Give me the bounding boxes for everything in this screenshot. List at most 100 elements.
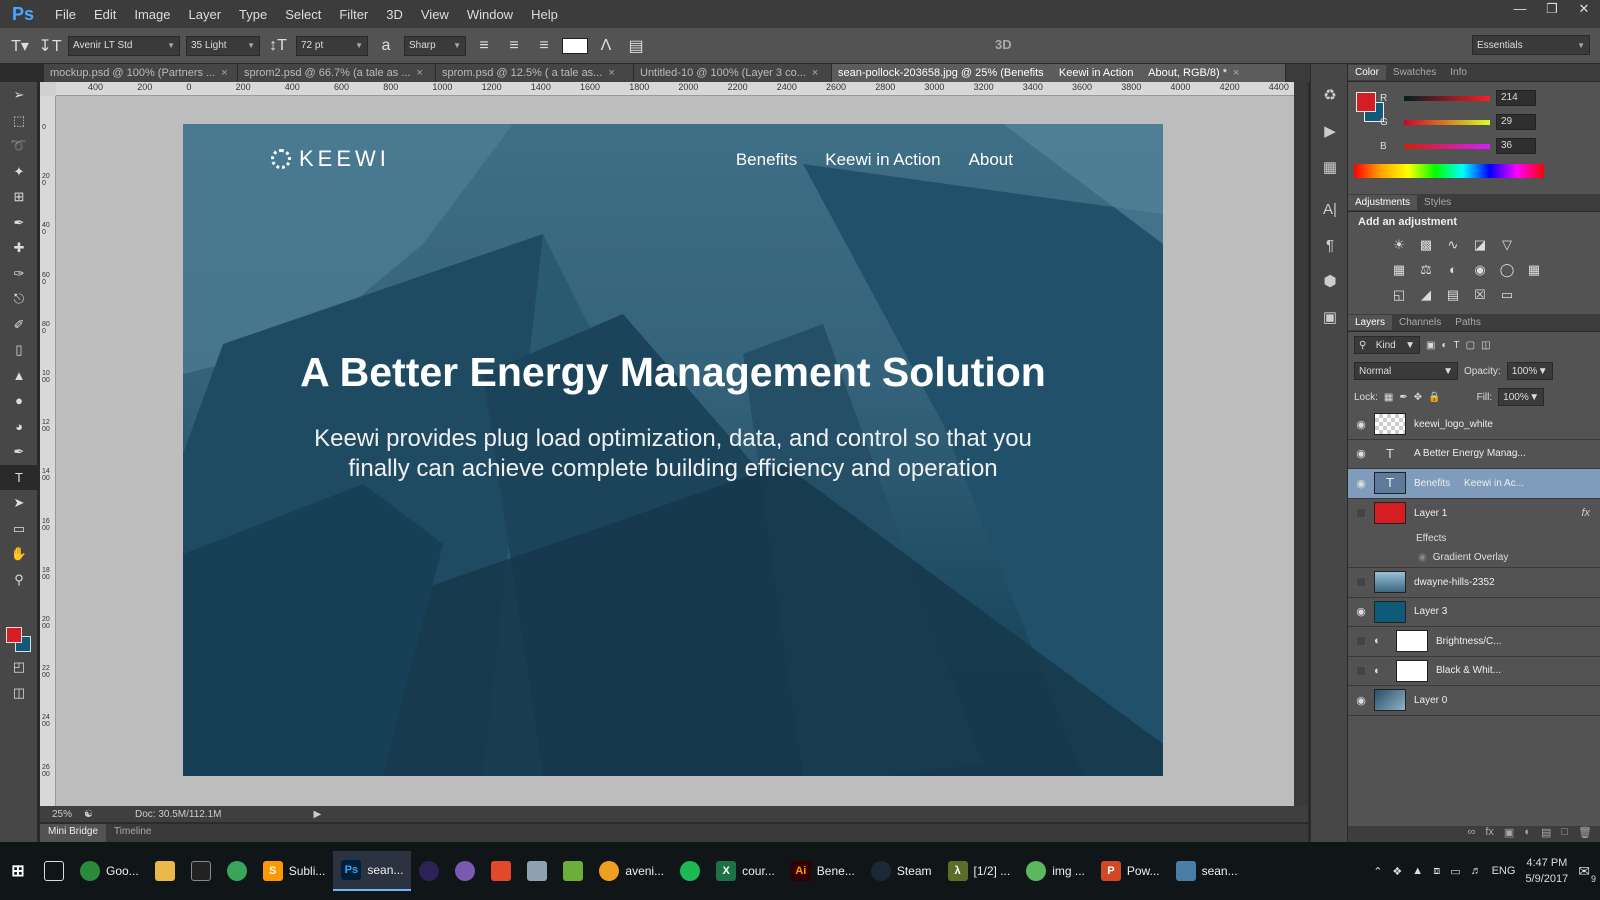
color-picker-swatches[interactable] [6,627,34,655]
taskbar-app3[interactable] [519,851,555,891]
artboard-image[interactable]: KEEWI Benefits Keewi in Action About A B… [183,124,1163,776]
r-value[interactable]: 214 [1496,90,1536,106]
taskbar-image-viewer[interactable]: sean... [1168,851,1246,891]
effect-item[interactable]: ◉ Gradient Overlay [1348,548,1600,568]
tab-adjustments[interactable]: Adjustments [1348,195,1418,210]
close-icon[interactable]: × [221,67,227,79]
taskbar-spotify[interactable] [672,851,708,891]
nav-benefits[interactable]: Benefits [736,150,797,170]
nav-keewi-in-action[interactable]: Keewi in Action [825,150,940,170]
layer-style-icon[interactable]: fx [1485,826,1494,842]
vertical-scrollbar[interactable] [1294,82,1308,806]
3d-label[interactable]: 3D [995,37,1012,52]
fx-badge[interactable]: fx [1581,507,1590,519]
tab-mockup[interactable]: mockup.psd @ 100% (Partners ... × [44,64,238,82]
brightness-icon[interactable]: ☀ [1388,234,1410,256]
add-mask-icon[interactable]: ▣ [1504,826,1514,842]
status-icon[interactable]: ☯ [84,809,93,820]
eyedropper-icon[interactable]: ✒ [0,210,38,236]
lock-transparent-icon[interactable]: ▦ [1384,392,1393,403]
taskbar-eclipse2[interactable] [447,851,483,891]
eye-icon[interactable]: ◉ [1348,694,1374,707]
menu-window[interactable]: Window [458,7,522,22]
marquee-tool-icon[interactable]: ⬚ [0,108,38,134]
zoom-level[interactable]: 25% [52,809,72,820]
r-slider[interactable] [1404,95,1490,101]
filter-adjustment-icon[interactable]: ◐ [1441,340,1447,351]
taskbar-photoshop[interactable]: Ps sean... [333,851,412,891]
screen-mode-icon[interactable]: ◫ [0,680,38,706]
panel-fg-color[interactable] [1356,92,1376,112]
rectangle-tool-icon[interactable]: ▭ [0,516,38,542]
layer-row[interactable]: Layer 1 fx [1348,499,1600,529]
volume-icon[interactable]: ♬ [1471,865,1482,877]
actions-icon[interactable]: ▶ [1311,114,1349,150]
crop-tool-icon[interactable]: ⊞ [0,184,38,210]
properties-icon[interactable]: ▦ [1311,150,1349,186]
menu-help[interactable]: Help [522,7,567,22]
posterize-icon[interactable]: ◢ [1415,284,1437,306]
tab-channels[interactable]: Channels [1392,315,1448,330]
3d-icon[interactable]: ⬢ [1311,264,1349,300]
black-white-icon[interactable]: ◐ [1442,259,1464,281]
warp-text-icon[interactable]: Ʌ [594,37,618,55]
font-size-select[interactable]: 72 pt ▼ [296,35,368,56]
history-brush-icon[interactable]: ✐ [0,312,38,338]
anti-alias-select[interactable]: Sharp ▼ [404,35,466,56]
tab-timeline[interactable]: Timeline [106,824,159,842]
doc-size[interactable]: Doc: 30.5M/112.1M [135,809,222,820]
tab-swatches[interactable]: Swatches [1386,65,1443,80]
g-value[interactable]: 29 [1496,114,1536,130]
color-lookup-icon[interactable]: ▦ [1523,259,1545,281]
tab-sprom2[interactable]: sprom2.psd @ 66.7% (a tale as ... × [238,64,436,82]
tab-color[interactable]: Color [1348,65,1386,80]
visibility-toggle[interactable] [1356,577,1366,588]
channel-mixer-icon[interactable]: ◯ [1496,259,1518,281]
curves-icon[interactable]: ∿ [1442,234,1464,256]
language-indicator[interactable]: ENG [1492,865,1516,877]
fill-input[interactable]: 100% ▼ [1498,388,1545,406]
taskbar-lambda[interactable]: λ [1/2] ... [940,851,1019,891]
font-family-select[interactable]: Avenir LT Std ▼ [68,35,180,56]
layer-row[interactable]: ◐ Black & Whit... [1348,657,1600,686]
font-style-select[interactable]: 35 Light ▼ [186,35,260,56]
character-panel-icon[interactable]: ▤ [624,36,648,56]
close-icon[interactable]: ✕ [1568,0,1600,20]
battery-icon[interactable]: ▭ [1450,865,1460,878]
new-group-icon[interactable]: ▤ [1541,826,1551,842]
taskbar-terminal[interactable] [183,851,219,891]
magic-wand-icon[interactable]: ✦ [0,159,38,185]
g-slider[interactable] [1404,119,1490,125]
lasso-tool-icon[interactable]: ➰ [0,133,38,159]
history-icon[interactable]: ♻ [1311,78,1349,114]
blend-mode-select[interactable]: Normal ▼ [1354,362,1458,380]
taskbar-chrome[interactable]: Goo... [72,851,147,891]
taskbar-sublime[interactable]: S Subli... [255,851,334,891]
layer-row[interactable]: ◉ Layer 0 [1348,686,1600,716]
tab-sean-pollock[interactable]: sean-pollock-203658.jpg @ 25% (Benefits … [832,64,1286,82]
taskbar-powerpoint[interactable]: P Pow... [1093,851,1168,891]
notification-icon[interactable]: ✉ 9 [1578,863,1596,884]
hand-tool-icon[interactable]: ✋ [0,541,38,567]
paragraph-icon[interactable]: ¶ [1311,228,1349,264]
minimize-icon[interactable]: — [1504,0,1536,20]
drive-icon[interactable]: ▲ [1412,865,1423,877]
dropbox-icon[interactable]: ❖ [1392,865,1402,878]
filter-smart-object-icon[interactable]: ◫ [1481,340,1490,351]
align-right-icon[interactable]: ≡ [532,37,556,55]
taskbar-app4[interactable] [555,851,591,891]
layer-row[interactable]: ◐ Brightness/C... [1348,627,1600,657]
layer-row[interactable]: ◉ T A Better Energy Manag... [1348,440,1600,469]
visibility-toggle[interactable] [1356,665,1366,676]
menu-layer[interactable]: Layer [180,7,231,22]
opacity-input[interactable]: 100% ▼ [1506,362,1553,380]
threshold-icon[interactable]: ▤ [1442,284,1464,306]
taskbar-app[interactable] [219,851,255,891]
text-color-swatch[interactable] [562,37,588,54]
eye-icon[interactable]: ◉ [1348,447,1374,460]
kind-filter-select[interactable]: ⚲ Kind ▼ [1354,336,1420,354]
lock-position-icon[interactable]: ✥ [1414,392,1422,403]
align-center-icon[interactable]: ≡ [502,37,526,55]
taskbar-illustrator[interactable]: Ai Bene... [783,851,863,891]
layer-row[interactable]: ◉ T Benefits Keewi in Ac... [1348,469,1600,499]
